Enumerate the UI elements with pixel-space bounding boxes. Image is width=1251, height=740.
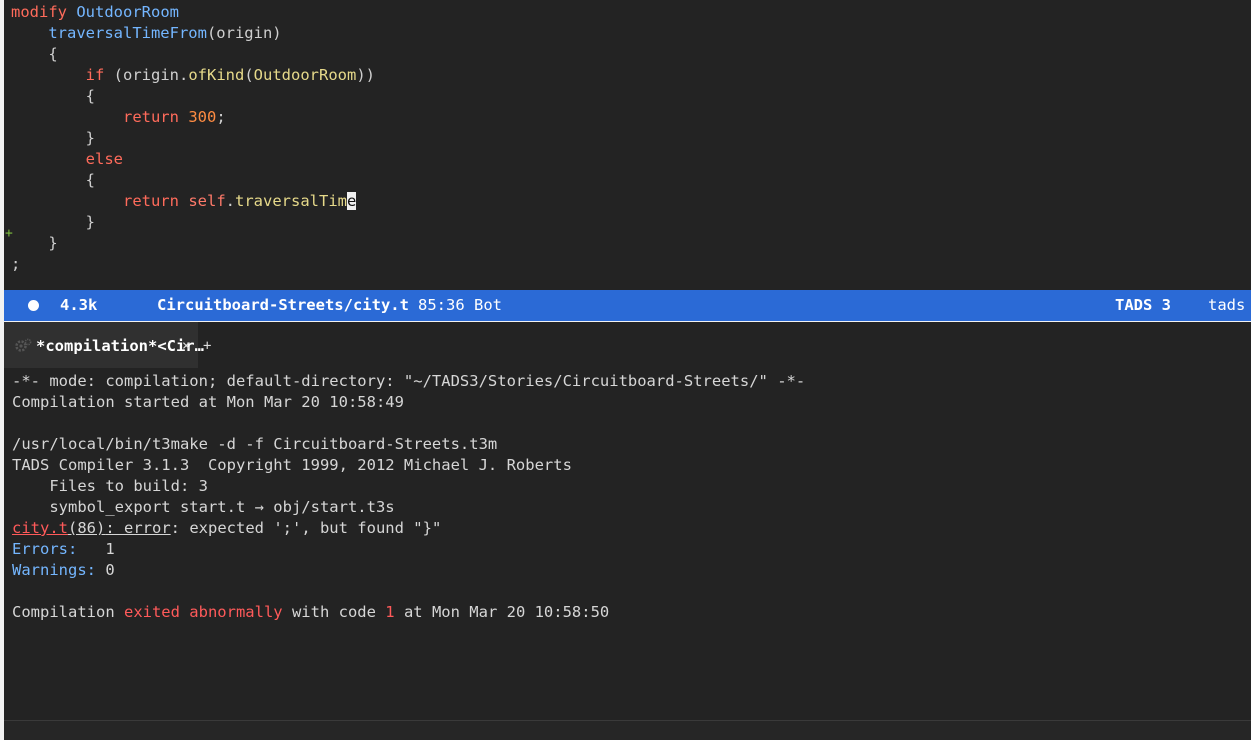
code-token: )) xyxy=(356,66,375,84)
error-message: : expected ';', but found "}" xyxy=(170,519,442,537)
code-line[interactable]: else xyxy=(11,149,123,170)
errors-count-line: Errors: 1 xyxy=(12,539,115,560)
compiler-version-line: TADS Compiler 3.1.3 Copyright 1999, 2012… xyxy=(12,456,572,474)
code-line[interactable]: modify OutdoorRoom xyxy=(11,2,179,23)
code-token: else xyxy=(85,150,123,168)
code-line[interactable]: { xyxy=(11,86,95,107)
exit-timestamp: at Mon Mar 20 10:58:50 xyxy=(394,603,610,621)
echo-area[interactable] xyxy=(4,720,1251,740)
code-token: { xyxy=(11,45,58,63)
error-file-link[interactable]: city.t xyxy=(12,519,68,537)
cursor-position: 85:36 Bot xyxy=(418,296,502,314)
error-separator: : xyxy=(105,519,124,537)
symbol-export-line: symbol_export start.t → obj/start.t3s xyxy=(12,498,395,516)
command-line: /usr/local/bin/t3make -d -f Circuitboard… xyxy=(12,435,498,453)
files-to-build-line: Files to build: 3 xyxy=(12,477,208,495)
modified-indicator-icon xyxy=(28,300,39,311)
code-line[interactable]: } xyxy=(11,233,58,254)
debug-bug-icon[interactable] xyxy=(1060,297,1115,346)
code-token: self xyxy=(188,192,226,210)
code-token: } xyxy=(11,234,58,252)
error-keyword: error xyxy=(124,519,171,537)
code-token: ofKind xyxy=(188,66,245,84)
warnings-count-line: Warnings: 0 xyxy=(12,560,115,581)
code-token: (origin) xyxy=(206,24,282,42)
code-line[interactable]: return self.traversalTime xyxy=(11,191,357,212)
code-token: OutdoorRoom xyxy=(253,66,357,84)
tab-title: *compilation*<Cir… xyxy=(36,337,204,355)
error-line[interactable]: city.t(86): error: expected ';', but fou… xyxy=(12,518,441,539)
code-token: (origin. xyxy=(104,66,189,84)
code-token: ( xyxy=(244,66,254,84)
compilation-start-line: Compilation started at Mon Mar 20 10:58:… xyxy=(12,393,404,411)
new-tab-button[interactable]: + xyxy=(203,322,211,370)
code-token: traversalTim xyxy=(235,192,347,210)
tab-close-button[interactable]: × xyxy=(182,322,190,370)
code-token: ; xyxy=(216,108,226,126)
buffer-file-name[interactable]: Circuitboard-Streets/city.t xyxy=(157,290,409,321)
code-token: modify xyxy=(11,3,67,21)
vcs-branch[interactable]: tads xyxy=(1208,290,1245,321)
exit-prefix: Compilation xyxy=(12,603,124,621)
code-token: } xyxy=(11,129,95,147)
compilation-exit-line: Compilation exited abnormally with code … xyxy=(12,602,609,623)
code-token: return xyxy=(122,108,179,126)
code-token: traversalTimeFrom xyxy=(48,24,207,42)
code-token: return xyxy=(122,192,179,210)
code-token: OutdoorRoom xyxy=(76,3,179,21)
compilation-window[interactable]: *compilation*<Cir… × + -*- mode: compila… xyxy=(4,322,1251,739)
code-token: ; xyxy=(11,255,21,273)
exit-middle: with code xyxy=(282,603,386,621)
exit-code: 1 xyxy=(385,603,395,621)
warnings-value: 0 xyxy=(96,561,115,579)
errors-label: Errors: xyxy=(12,540,78,558)
code-line[interactable]: return 300; xyxy=(11,107,226,128)
buffer-size: 4.3k xyxy=(60,296,98,314)
code-token: if xyxy=(85,66,105,84)
tab-compilation[interactable]: *compilation*<Cir… × xyxy=(4,322,204,370)
mode-header-line: -*- mode: compilation; default-directory… xyxy=(12,372,806,390)
code-line[interactable]: if (origin.ofKind(OutdoorRoom)) xyxy=(11,65,375,86)
error-line-number[interactable]: (86) xyxy=(68,519,105,537)
code-line[interactable]: traversalTimeFrom(origin) xyxy=(11,23,282,44)
code-token: 300 xyxy=(188,108,217,126)
code-line[interactable]: } xyxy=(11,212,95,233)
code-token: } xyxy=(11,213,95,231)
text-cursor: e xyxy=(346,192,357,210)
code-line[interactable]: } xyxy=(11,128,95,149)
code-line[interactable]: { xyxy=(11,44,58,65)
mode-line: 4.3k Circuitboard-Streets/city.t 85:36 B… xyxy=(4,290,1251,350)
code-token: { xyxy=(11,87,95,105)
exit-status: exited abnormally xyxy=(123,603,283,621)
errors-value: 1 xyxy=(77,540,115,558)
code-token: . xyxy=(225,192,235,210)
gear-icon xyxy=(14,337,32,355)
code-line[interactable]: ; xyxy=(11,254,20,275)
code-token: { xyxy=(11,171,95,189)
major-mode[interactable]: TADS 3 xyxy=(1115,290,1171,321)
tab-bar: *compilation*<Cir… × + xyxy=(4,322,1251,368)
warnings-label: Warnings: xyxy=(12,561,96,579)
code-editor[interactable]: + modify OutdoorRoom traversalTimeFrom(o… xyxy=(4,0,1251,290)
code-line[interactable]: { xyxy=(11,170,95,191)
